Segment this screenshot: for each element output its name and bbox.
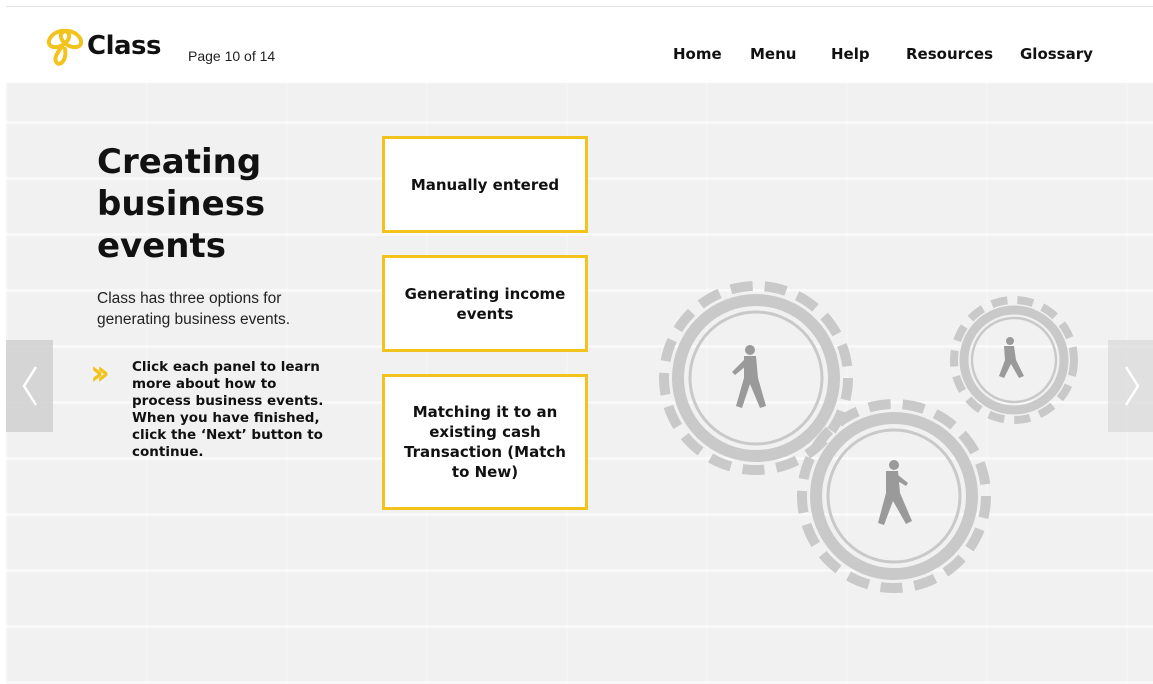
page-title-line: events (97, 226, 226, 266)
header: Class Page 10 of 14 Home Menu Help Resou… (6, 7, 1153, 83)
panel-generating-income-events[interactable]: Generating income events (382, 255, 588, 352)
panel-label: Manually entered (410, 175, 560, 194)
chevron-left-icon (22, 366, 37, 406)
page-title-line: Creating (97, 142, 262, 182)
panel-manually-entered[interactable]: Manually entered (382, 136, 588, 233)
panel-label: Matching it to an existing cash Transact… (404, 403, 566, 481)
nav-help[interactable]: Help (831, 45, 870, 63)
logo: Class (43, 25, 162, 67)
panel-match-to-new[interactable]: Matching it to an existing cash Transact… (382, 374, 588, 510)
runner-icon (999, 337, 1024, 378)
instruction-text: Click each panel to learn more about how… (132, 359, 324, 460)
next-button[interactable] (1108, 340, 1153, 432)
panel-label: Generating income events (404, 284, 566, 323)
nav-home[interactable]: Home (673, 45, 722, 63)
prev-button[interactable] (6, 340, 53, 432)
intro-text: Class has three options for generating b… (97, 290, 291, 328)
nav-glossary[interactable]: Glossary (1020, 45, 1093, 63)
class-logo-icon (46, 28, 84, 66)
runner-icon (732, 345, 766, 408)
logo-text: Class (87, 31, 162, 61)
nav-resources[interactable]: Resources (906, 45, 993, 63)
page-title-line: business (97, 184, 266, 224)
page-counter: Page 10 of 14 (188, 48, 276, 64)
gears-illustration (659, 281, 1078, 593)
double-chevron-icon: ›› (90, 353, 110, 393)
chevron-right-icon (1124, 366, 1139, 406)
content-stage: Creating business events Class has three… (6, 83, 1153, 684)
nav-menu[interactable]: Menu (750, 45, 796, 63)
page-title: Creating business events (97, 141, 347, 267)
runner-icon (878, 460, 912, 525)
